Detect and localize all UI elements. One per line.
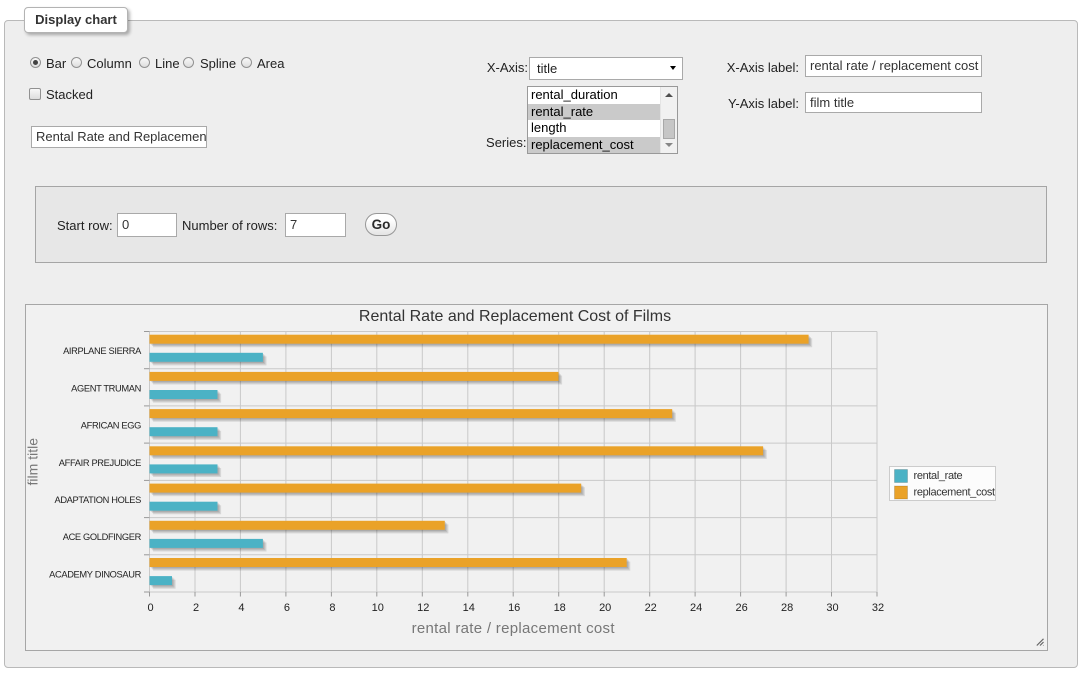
- svg-text:16: 16: [508, 602, 520, 614]
- svg-text:22: 22: [645, 602, 657, 614]
- svg-text:ACE GOLDFINGER: ACE GOLDFINGER: [63, 532, 142, 542]
- svg-text:AIRPLANE SIERRA: AIRPLANE SIERRA: [63, 346, 142, 356]
- svg-text:28: 28: [781, 602, 793, 614]
- svg-text:26: 26: [735, 602, 747, 614]
- svg-text:24: 24: [690, 602, 702, 614]
- svg-text:30: 30: [826, 602, 838, 614]
- svg-text:12: 12: [417, 602, 429, 614]
- svg-text:4: 4: [238, 602, 244, 614]
- svg-text:AFFAIR PREJUDICE: AFFAIR PREJUDICE: [59, 458, 141, 468]
- svg-text:18: 18: [554, 602, 566, 614]
- svg-text:rental_rate: rental_rate: [914, 470, 963, 482]
- svg-text:AGENT TRUMAN: AGENT TRUMAN: [71, 383, 141, 393]
- svg-text:AFRICAN EGG: AFRICAN EGG: [81, 421, 141, 431]
- svg-text:32: 32: [872, 602, 884, 614]
- svg-text:ADAPTATION HOLES: ADAPTATION HOLES: [54, 495, 141, 505]
- svg-text:20: 20: [599, 602, 611, 614]
- svg-text:6: 6: [284, 602, 290, 614]
- svg-text:10: 10: [372, 602, 384, 614]
- svg-text:replacement_cost: replacement_cost: [914, 487, 996, 499]
- svg-text:film title: film title: [26, 438, 41, 486]
- svg-text:2: 2: [193, 602, 199, 614]
- svg-text:rental rate / replacement cost: rental rate / replacement cost: [412, 620, 616, 637]
- svg-text:14: 14: [463, 602, 475, 614]
- svg-text:Rental Rate and Replacement Co: Rental Rate and Replacement Cost of Film…: [359, 308, 671, 325]
- svg-text:8: 8: [329, 602, 335, 614]
- svg-text:ACADEMY DINOSAUR: ACADEMY DINOSAUR: [49, 569, 141, 579]
- svg-text:0: 0: [147, 602, 153, 614]
